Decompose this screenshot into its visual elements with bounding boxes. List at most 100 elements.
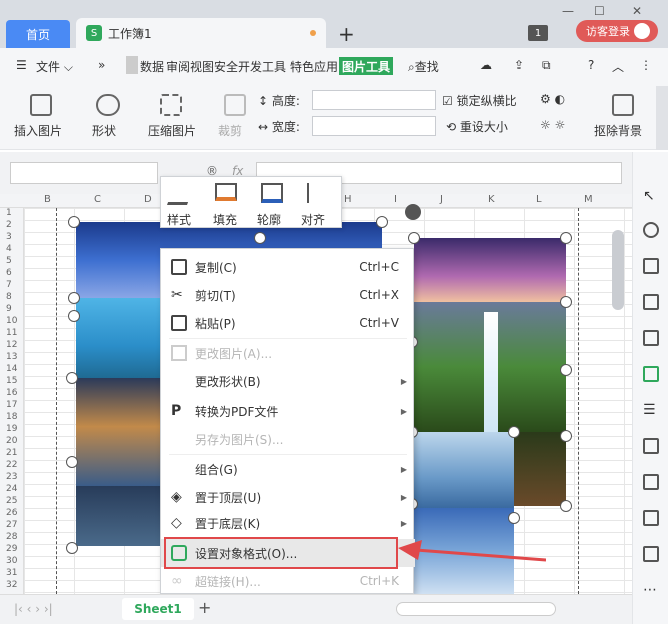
- row-header[interactable]: 4: [6, 244, 12, 254]
- more-options-icon[interactable]: ⋮: [640, 58, 652, 72]
- row-header[interactable]: 23: [6, 472, 17, 482]
- resize-handle[interactable]: [68, 216, 80, 228]
- shapes-icon[interactable]: [643, 222, 659, 238]
- row-header[interactable]: 19: [6, 424, 17, 434]
- search-button[interactable]: ⌕查找: [408, 58, 439, 75]
- row-header[interactable]: 27: [6, 520, 17, 530]
- row-header[interactable]: 22: [6, 460, 17, 470]
- ribbon-scrollbar[interactable]: [656, 86, 668, 150]
- menu-data[interactable]: 数据: [140, 58, 164, 75]
- picture-forest[interactable]: [514, 432, 566, 506]
- row-header[interactable]: 8: [6, 292, 12, 302]
- picture-harbor[interactable]: [76, 486, 160, 546]
- window-count-badge[interactable]: 1: [528, 25, 548, 41]
- remove-bg-button[interactable]: 抠除背景: [594, 122, 642, 139]
- row-header[interactable]: 1: [6, 208, 12, 218]
- menu-change-picture[interactable]: 更改图片(A)...: [161, 339, 415, 367]
- row-header[interactable]: 3: [6, 232, 12, 242]
- row-header[interactable]: 6: [6, 268, 12, 278]
- resize-handle[interactable]: [560, 500, 572, 512]
- column-header[interactable]: M: [584, 194, 593, 205]
- minimize-icon[interactable]: —: [562, 4, 574, 18]
- menu-file[interactable]: 文件 ⌵: [36, 58, 73, 75]
- menu-to-pdf[interactable]: P 转换为PDF文件 ▶: [161, 397, 415, 425]
- menu-group[interactable]: 组合(G) ▶: [161, 455, 415, 483]
- menu-special[interactable]: 特色应用: [290, 58, 338, 75]
- resize-handle[interactable]: [376, 216, 388, 228]
- resize-handle[interactable]: [254, 232, 266, 244]
- column-header[interactable]: C: [94, 194, 101, 205]
- row-header[interactable]: 15: [6, 376, 17, 386]
- resize-handle[interactable]: [66, 542, 78, 554]
- resize-handle[interactable]: [560, 364, 572, 376]
- reset-size-button[interactable]: ⟲ 重设大小: [446, 118, 508, 135]
- tab-home[interactable]: 首页: [6, 20, 70, 48]
- share-icon[interactable]: ⇪: [514, 58, 524, 72]
- row-header[interactable]: 32: [6, 580, 17, 590]
- rotate-handle-icon[interactable]: [405, 204, 421, 220]
- row-header[interactable]: 24: [6, 484, 17, 494]
- collapse-ribbon-icon[interactable]: ︿: [612, 58, 624, 75]
- column-header[interactable]: D: [144, 194, 152, 205]
- grid-apps-icon[interactable]: [643, 330, 659, 346]
- table-icon[interactable]: [643, 294, 659, 310]
- cursor-icon[interactable]: ↖: [643, 188, 659, 204]
- document-icon[interactable]: [643, 438, 659, 454]
- row-header[interactable]: 31: [6, 568, 17, 578]
- menu-more[interactable]: »: [98, 58, 105, 72]
- column-header[interactable]: B: [44, 194, 51, 205]
- row-header[interactable]: 30: [6, 556, 17, 566]
- outline-button[interactable]: 轮廓: [257, 211, 281, 228]
- picture-city-night[interactable]: [76, 378, 160, 486]
- height-input[interactable]: [312, 90, 436, 110]
- cloud-icon[interactable]: ☁: [480, 58, 492, 72]
- resize-handle[interactable]: [508, 426, 520, 438]
- row-header[interactable]: 2: [6, 220, 12, 230]
- column-header[interactable]: I: [394, 194, 397, 205]
- menu-bring-front[interactable]: ◈ 置于顶层(U) ▶: [161, 483, 415, 511]
- tab-picture-tools[interactable]: 图片工具: [339, 57, 394, 75]
- new-tab-button[interactable]: +: [338, 22, 355, 46]
- menu-security[interactable]: 安全: [214, 58, 238, 75]
- resize-handle[interactable]: [560, 232, 572, 244]
- menu-view[interactable]: 视图: [190, 58, 214, 75]
- shape-button[interactable]: 形状: [92, 122, 116, 139]
- row-header[interactable]: 5: [6, 256, 12, 266]
- chart-icon[interactable]: [643, 366, 659, 382]
- row-header[interactable]: 21: [6, 448, 17, 458]
- export-icon[interactable]: [643, 546, 659, 562]
- row-header[interactable]: 29: [6, 544, 17, 554]
- row-header[interactable]: 20: [6, 436, 17, 446]
- menu-change-shape[interactable]: 更改形状(B) ▶: [161, 367, 415, 395]
- resize-handle[interactable]: [66, 456, 78, 468]
- color-icon[interactable]: ⚙ ◐: [540, 92, 565, 106]
- picture-sunset[interactable]: [414, 238, 566, 302]
- fill-button[interactable]: 填充: [213, 211, 237, 228]
- scroll-left-icon[interactable]: [126, 56, 138, 74]
- row-header[interactable]: 7: [6, 280, 12, 290]
- add-sheet-icon[interactable]: +: [198, 598, 211, 617]
- tab-document[interactable]: S 工作簿1: [76, 18, 326, 48]
- resize-handle[interactable]: [560, 430, 572, 442]
- row-header[interactable]: 17: [6, 400, 17, 410]
- sheet-nav-icons[interactable]: |‹ ‹ › ›|: [14, 602, 53, 616]
- resize-handle[interactable]: [66, 372, 78, 384]
- menu-hyperlink[interactable]: ∞ 超链接(H)... Ctrl+K: [161, 567, 415, 595]
- export-icon[interactable]: ⧉: [542, 58, 551, 73]
- picture-ocean[interactable]: [76, 298, 160, 378]
- column-header[interactable]: K: [488, 194, 495, 205]
- share-icon[interactable]: [643, 510, 659, 526]
- row-header[interactable]: 28: [6, 532, 17, 542]
- picture-icon[interactable]: [643, 474, 659, 490]
- menu-cut[interactable]: ✂ 剪切(T) Ctrl+X: [161, 281, 415, 309]
- row-header[interactable]: 16: [6, 388, 17, 398]
- resize-handle[interactable]: [560, 296, 572, 308]
- lock-ratio-checkbox[interactable]: ☑ 锁定纵横比: [442, 92, 517, 109]
- horizontal-scrollbar[interactable]: [396, 602, 556, 616]
- align-button[interactable]: 对齐: [301, 211, 325, 228]
- settings-sliders-icon[interactable]: ☰: [643, 402, 659, 418]
- resize-handle[interactable]: [68, 310, 80, 322]
- column-header[interactable]: H: [344, 194, 352, 205]
- resize-handle[interactable]: [68, 292, 80, 304]
- row-header[interactable]: 11: [6, 328, 17, 338]
